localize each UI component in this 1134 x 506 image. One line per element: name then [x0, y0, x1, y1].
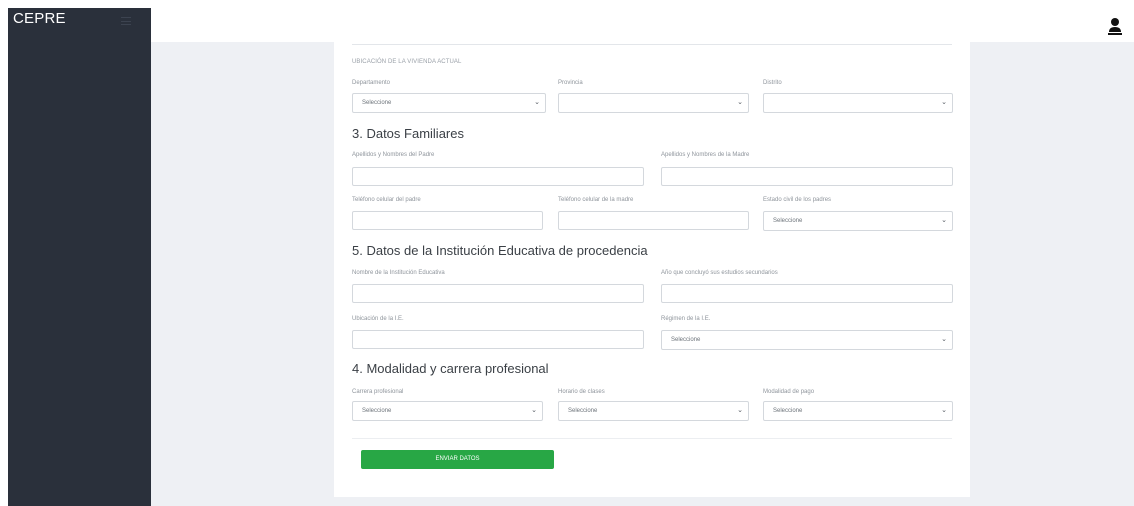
input-padre-nombre[interactable] [352, 167, 644, 186]
label-madre-tel: Teléfono celular de la madre [558, 197, 634, 203]
select-value: Seleccione [362, 100, 392, 106]
select-value: Seleccione [362, 408, 392, 414]
chevron-down-icon: ⌄ [531, 407, 537, 414]
section-title-modalidad: 4. Modalidad y carrera profesional [352, 361, 549, 376]
select-departamento[interactable]: Seleccione ⌄ [352, 93, 546, 113]
sidebar: CEPRE [8, 8, 151, 506]
select-distrito[interactable]: ⌄ [763, 93, 953, 113]
topbar [151, 8, 1134, 42]
label-padre-nombre: Apellidos y Nombres del Padre [352, 152, 435, 158]
select-regimen[interactable]: Seleccione ⌄ [661, 330, 953, 350]
label-regimen: Régimen de la I.E. [661, 316, 711, 322]
chevron-down-icon: ⌄ [941, 99, 947, 106]
label-anio: Año que concluyó sus estudios secundario… [661, 270, 778, 276]
brand-logo-text[interactable]: CEPRE [13, 10, 66, 27]
select-provincia[interactable]: ⌄ [558, 93, 749, 113]
select-pago[interactable]: Seleccione ⌄ [763, 401, 953, 421]
select-value: Seleccione [773, 218, 803, 224]
chevron-down-icon: ⌄ [941, 407, 947, 414]
input-padre-tel[interactable] [352, 211, 543, 230]
chevron-down-icon: ⌄ [737, 99, 743, 106]
select-horario[interactable]: Seleccione ⌄ [558, 401, 749, 421]
input-ie-ubicacion[interactable] [352, 330, 644, 349]
label-ie-nombre: Nombre de la Institución Educativa [352, 270, 445, 276]
label-padre-tel: Teléfono celular del padre [352, 197, 421, 203]
submit-button[interactable]: ENVIAR DATOS [361, 450, 554, 469]
section-caption-ubicacion: UBICACIÓN DE LA VIVIENDA ACTUAL [352, 59, 462, 65]
hamburger-icon[interactable] [121, 17, 131, 25]
label-madre-nombre: Apellidos y Nombres de la Madre [661, 152, 750, 158]
divider [352, 438, 952, 439]
input-madre-nombre[interactable] [661, 167, 953, 186]
user-icon[interactable] [1108, 17, 1122, 35]
label-departamento: Departamento [352, 80, 391, 86]
section-title-institucion: 5. Datos de la Institución Educativa de … [352, 243, 648, 258]
chevron-down-icon: ⌄ [534, 99, 540, 106]
label-carrera: Carrera profesional [352, 389, 404, 395]
label-provincia: Provincia [558, 80, 583, 86]
chevron-down-icon: ⌄ [941, 217, 947, 224]
select-value: Seleccione [671, 337, 701, 343]
input-ie-nombre[interactable] [352, 284, 644, 303]
chevron-down-icon: ⌄ [737, 407, 743, 414]
label-pago: Modalidad de pago [763, 389, 815, 395]
label-distrito: Distrito [763, 80, 782, 86]
chevron-down-icon: ⌄ [941, 336, 947, 343]
select-value: Seleccione [568, 408, 598, 414]
select-value: Seleccione [773, 408, 803, 414]
label-ie-ubicacion: Ubicación de la I.E. [352, 316, 404, 322]
input-anio[interactable] [661, 284, 953, 303]
select-estado-civil[interactable]: Seleccione ⌄ [763, 211, 953, 231]
label-estado-civil: Estado civil de los padres [763, 197, 832, 203]
app-root: CEPRE UBICACIÓN DE LA VIVIENDA ACTUAL De… [0, 0, 1134, 506]
divider [352, 44, 952, 45]
section-title-familiares: 3. Datos Familiares [352, 126, 464, 141]
input-madre-tel[interactable] [558, 211, 749, 230]
label-horario: Horario de clases [558, 389, 605, 395]
select-carrera[interactable]: Seleccione ⌄ [352, 401, 543, 421]
